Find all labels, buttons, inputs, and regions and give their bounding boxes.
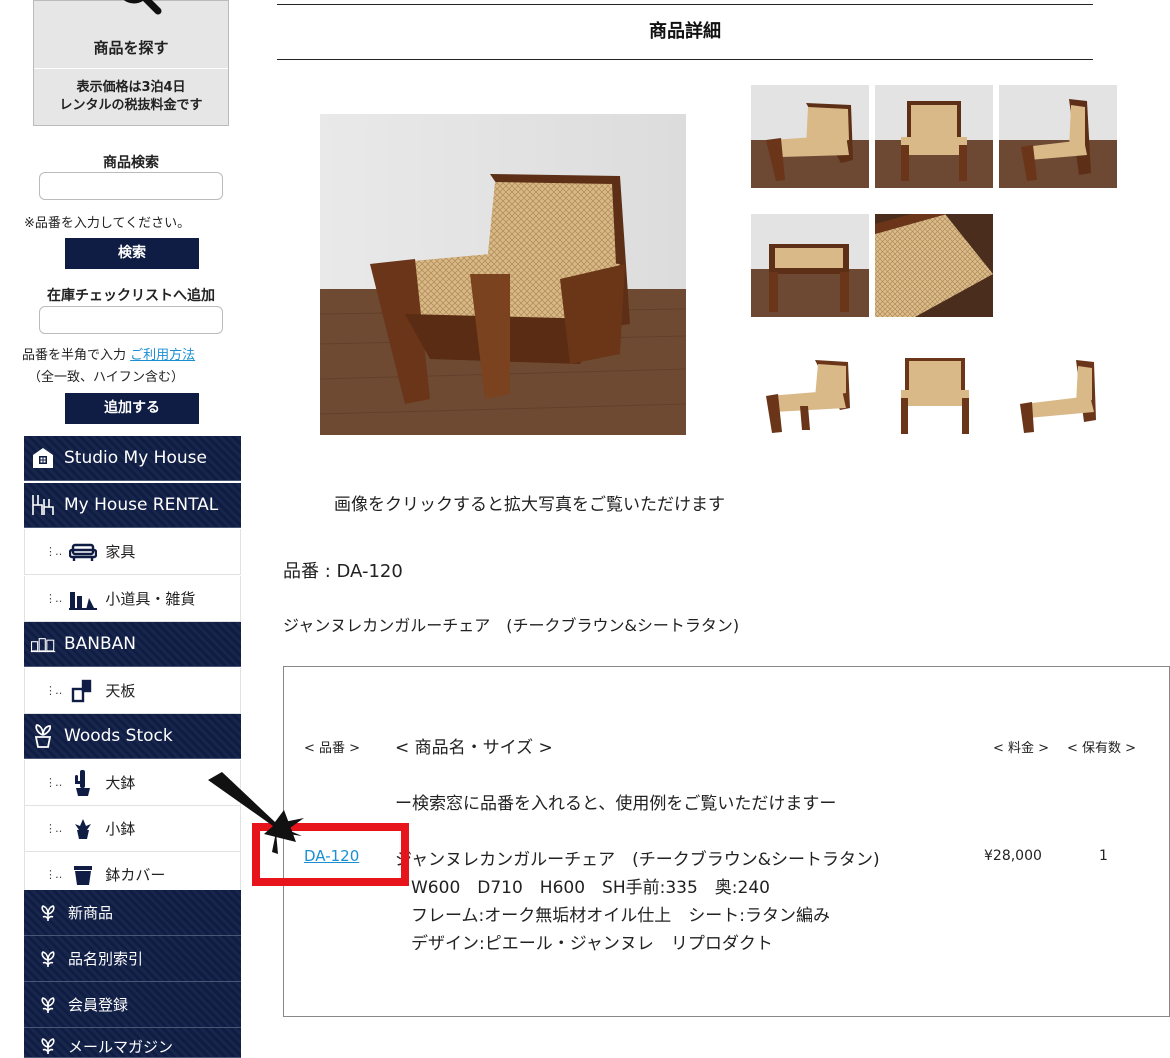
- stock-code-input[interactable]: [39, 306, 223, 334]
- stock-list-heading: 在庫チェックリストへ追加: [47, 288, 215, 304]
- flower-icon: [38, 949, 58, 969]
- nav-member[interactable]: 会員登録: [24, 982, 241, 1028]
- flower-icon: [38, 1036, 58, 1056]
- row-size: W600 D710 H600 SH手前:335 奥:240: [411, 878, 770, 898]
- nav-new-items-label: 新商品: [68, 904, 114, 922]
- item-code: 品番 : DA-120: [283, 561, 403, 582]
- nav-banban-label: BANBAN: [64, 634, 137, 654]
- usage-link[interactable]: ご利用方法: [130, 348, 195, 363]
- product-table: < 品番 > < 商品名・サイズ > < 料金 > < 保有数 > ー検索窓に品…: [283, 666, 1170, 1017]
- cactus-icon: [69, 769, 97, 796]
- image-click-note: 画像をクリックすると拡大写真をご覧いただけます: [334, 495, 725, 515]
- nav-magazine-label: メールマガジン: [68, 1038, 174, 1056]
- search-heading: 商品検索: [103, 155, 159, 171]
- thumbnail-1[interactable]: [751, 85, 869, 188]
- nav-large-pot-label: 大鉢: [105, 774, 136, 792]
- nav-new-items[interactable]: 新商品: [24, 890, 241, 936]
- nav-studio-label: Studio My House: [64, 448, 207, 468]
- thumbnail-3[interactable]: [999, 85, 1117, 188]
- nav-woods-label: Woods Stock: [64, 726, 173, 746]
- usage-hint: ー検索窓に品番を入れると、使用例をご覧いただけますー: [395, 794, 837, 814]
- pot-cover-icon: [69, 863, 97, 887]
- chairs-icon: [30, 492, 56, 518]
- row-price: ¥28,000: [984, 848, 1042, 864]
- find-products-label[interactable]: 商品を探す: [34, 37, 228, 58]
- goods-icon: [69, 587, 98, 611]
- nav-index[interactable]: 品名別索引: [24, 936, 241, 982]
- page-title: 商品詳細: [277, 4, 1093, 60]
- nav-member-label: 会員登録: [68, 996, 129, 1014]
- thumbnail-5[interactable]: [875, 214, 993, 317]
- nav-woods-stock[interactable]: Woods Stock: [24, 714, 241, 759]
- product-search-input[interactable]: [39, 172, 223, 200]
- tree-dots-icon: ⋮‥: [45, 822, 62, 835]
- main-product-image[interactable]: [320, 114, 686, 435]
- col-header-name: < 商品名・サイズ >: [395, 738, 553, 758]
- nav-index-label: 品名別索引: [68, 950, 144, 968]
- panel-divider: [34, 68, 228, 69]
- pointer-arrow-icon: [208, 772, 304, 854]
- thumbnail-2[interactable]: [875, 85, 993, 188]
- nav-magazine[interactable]: メールマガジン: [24, 1028, 241, 1058]
- tree-dots-icon: ⋮‥: [45, 868, 62, 881]
- nav-banban[interactable]: BANBAN: [24, 622, 241, 667]
- price-note: 表示価格は3泊4日 レンタルの税抜料金です: [34, 79, 228, 115]
- nav-small-goods[interactable]: ⋮‥ 小道具・雑貨: [24, 576, 241, 622]
- thumbnail-6[interactable]: [760, 348, 860, 438]
- thumbnail-8[interactable]: [1010, 348, 1110, 438]
- col-header-code: < 品番 >: [304, 741, 361, 756]
- price-note-line2: レンタルの税抜料金です: [59, 98, 203, 113]
- thumbnail-7[interactable]: [885, 348, 985, 438]
- row-material: フレーム:オーク無垢材オイル仕上 シート:ラタン編み: [411, 906, 830, 926]
- board-icon: [69, 679, 97, 703]
- sofa-icon: [69, 540, 98, 564]
- nav-tabletop-label: 天板: [105, 682, 136, 700]
- nav-rental-label: My House RENTAL: [64, 495, 219, 515]
- flower-icon: [38, 903, 58, 923]
- flower-icon: [38, 995, 58, 1015]
- banban-logo-icon: [30, 631, 56, 657]
- sidebar: 商品を探す 表示価格は3泊4日 レンタルの税抜料金です 商品検索 ※品番を入力し…: [0, 0, 242, 1058]
- item-name: ジャンヌレカンガルーチェア (チークブラウン&シートラタン): [283, 616, 740, 635]
- magnifier-icon: [123, 0, 162, 15]
- succulent-icon: [69, 817, 97, 841]
- add-button[interactable]: 追加する: [65, 393, 199, 424]
- nav-my-house-rental[interactable]: My House RENTAL: [24, 483, 241, 528]
- stock-note: 品番を半角で入力 ご利用方法: [22, 344, 195, 363]
- col-header-stock: < 保有数 >: [1067, 741, 1137, 756]
- tree-dots-icon: ⋮‥: [45, 684, 62, 697]
- price-note-line1: 表示価格は3泊4日: [76, 80, 186, 95]
- nav-tabletop[interactable]: ⋮‥ 天板: [24, 668, 241, 714]
- tree-dots-icon: ⋮‥: [45, 776, 62, 789]
- nav-furniture[interactable]: ⋮‥ 家具: [24, 529, 241, 575]
- nav-small-pot-label: 小鉢: [105, 820, 136, 838]
- row-qty: 1: [1099, 848, 1108, 864]
- nav-small-goods-label: 小道具・雑貨: [105, 590, 196, 608]
- tree-dots-icon: ⋮‥: [45, 545, 62, 558]
- col-header-price: < 料金 >: [993, 741, 1050, 756]
- search-note: ※品番を入力してください。: [24, 216, 191, 231]
- house-icon: [30, 445, 56, 471]
- nav-pot-cover-label: 鉢カバー: [105, 866, 166, 884]
- stock-note-2: （全一致、ハイフン含む）: [28, 370, 185, 385]
- nav-furniture-label: 家具: [105, 543, 136, 561]
- thumbnail-4[interactable]: [751, 214, 869, 317]
- row-design: デザイン:ピエール・ジャンヌレ リプロダクト: [411, 934, 773, 954]
- row-product-name: ジャンヌレカンガルーチェア (チークブラウン&シートラタン): [395, 850, 880, 870]
- stock-note-text: 品番を半角で入力: [22, 348, 131, 363]
- product-search-panel[interactable]: 商品を探す 表示価格は3泊4日 レンタルの税抜料金です: [33, 0, 229, 126]
- tree-dots-icon: ⋮‥: [45, 592, 62, 605]
- nav-studio-my-house[interactable]: Studio My House: [24, 436, 241, 481]
- search-button[interactable]: 検索: [65, 238, 199, 269]
- plant-pot-icon: [30, 723, 56, 749]
